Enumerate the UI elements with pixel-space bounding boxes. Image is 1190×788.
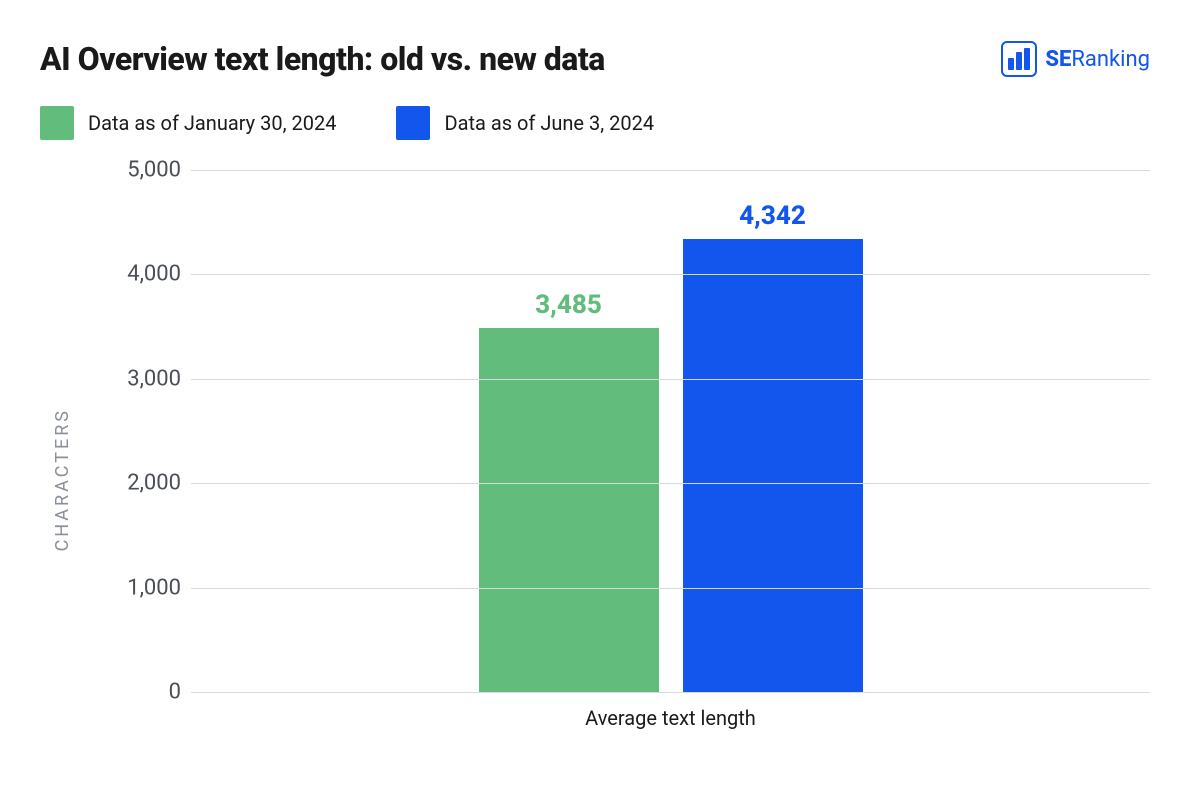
brand-bold: SE [1045, 47, 1071, 72]
chart-title: AI Overview text length: old vs. new dat… [40, 40, 605, 78]
chart-container: AI Overview text length: old vs. new dat… [0, 0, 1190, 788]
gridline [191, 483, 1150, 484]
legend-swatch-0 [40, 106, 74, 140]
chart-area: CHARACTERS 3,4854,342 01,0002,0003,0004,… [40, 170, 1150, 730]
legend-label-1: Data as of June 3, 2024 [444, 111, 654, 135]
legend-item-0: Data as of January 30, 2024 [40, 106, 336, 140]
legend-item-1: Data as of June 3, 2024 [396, 106, 654, 140]
gridline [191, 588, 1150, 589]
legend-swatch-1 [396, 106, 430, 140]
y-tick-label: 1,000 [81, 575, 181, 600]
y-tick-label: 4,000 [81, 262, 181, 287]
gridline [191, 274, 1150, 275]
y-tick-label: 2,000 [81, 471, 181, 496]
legend-label-0: Data as of January 30, 2024 [88, 111, 336, 135]
bar-rect-1 [683, 239, 863, 692]
bar-rect-0 [479, 328, 659, 692]
bars-group: 3,4854,342 [191, 170, 1150, 692]
bar-value-label-0: 3,485 [479, 290, 659, 320]
y-tick-label: 5,000 [81, 158, 181, 183]
legend: Data as of January 30, 2024 Data as of J… [40, 106, 1150, 140]
bar-1: 4,342 [683, 239, 863, 692]
plot-column: 3,4854,342 01,0002,0003,0004,0005,000 Av… [73, 170, 1150, 730]
gridline [191, 692, 1150, 693]
x-axis-label: Average text length [191, 692, 1150, 730]
gridline [191, 170, 1150, 171]
bar-value-label-1: 4,342 [683, 201, 863, 231]
y-axis-label: CHARACTERS [40, 348, 73, 551]
header-row: AI Overview text length: old vs. new dat… [40, 40, 1150, 78]
brand-logo: SERanking [1001, 41, 1150, 77]
gridline [191, 379, 1150, 380]
brand-text: SERanking [1045, 47, 1150, 72]
brand-rest: Ranking [1071, 47, 1150, 72]
plot: 3,4854,342 01,0002,0003,0004,0005,000 [81, 170, 1150, 692]
bar-chart-icon [1001, 41, 1037, 77]
y-tick-label: 0 [81, 680, 181, 705]
y-tick-label: 3,000 [81, 366, 181, 391]
bar-0: 3,485 [479, 328, 659, 692]
